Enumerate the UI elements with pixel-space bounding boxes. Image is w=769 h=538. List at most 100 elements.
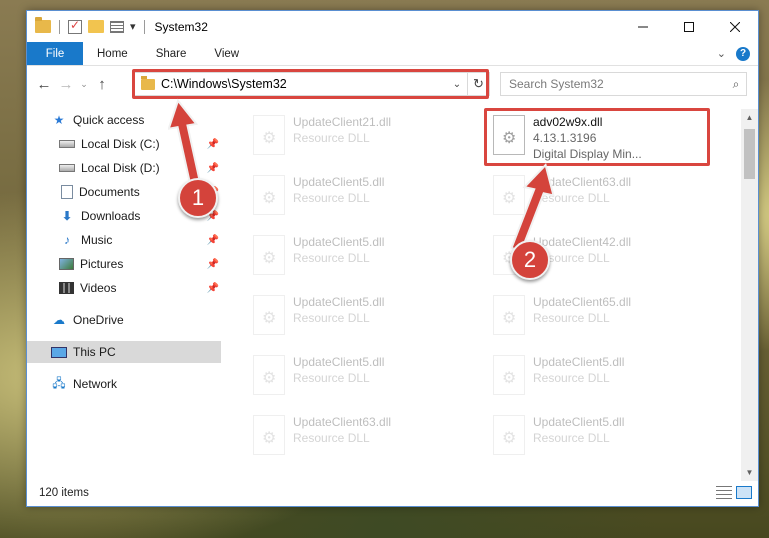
file-type: Resource DLL — [293, 131, 370, 145]
step-2-marker: 2 — [510, 240, 550, 280]
qat-dropdown-icon[interactable]: ▾ — [130, 20, 136, 33]
tab-view[interactable]: View — [200, 42, 253, 65]
list-item[interactable]: UpdateClient5.dll Resource DLL — [247, 289, 477, 341]
properties-icon[interactable] — [68, 18, 82, 34]
file-name: UpdateClient5.dll — [533, 415, 625, 429]
quick-access-toolbar: ▾ — [27, 17, 147, 34]
sidebar-item-label: Local Disk (C:) — [81, 137, 160, 151]
address-highlight-box — [132, 69, 489, 99]
list-item[interactable]: UpdateClient21.dll Resource DLL — [247, 109, 477, 161]
title-bar: ▾ System32 — [27, 11, 758, 42]
file-name: UpdateClient63.dll — [293, 415, 392, 429]
divider — [143, 19, 145, 34]
sidebar-item-pictures[interactable]: Pictures 📌 — [27, 253, 221, 275]
sidebar-item-network[interactable]: 🖧 Network — [27, 373, 221, 395]
sidebar-item-label: Music — [81, 233, 113, 247]
search-icon[interactable]: ⌕ — [726, 77, 746, 92]
pictures-icon — [59, 258, 74, 270]
list-item[interactable]: UpdateClient63.dll Resource DLL — [247, 409, 477, 461]
scroll-down-icon[interactable]: ▼ — [741, 464, 758, 481]
minimize-button[interactable] — [620, 11, 666, 42]
dll-file-icon — [493, 355, 525, 395]
recent-locations-icon[interactable]: ⌄ — [77, 79, 91, 90]
sidebar-item-music[interactable]: ♪ Music 📌 — [27, 229, 221, 251]
dll-file-icon — [253, 175, 285, 215]
customize-qat-icon[interactable] — [110, 20, 124, 33]
list-item[interactable]: UpdateClient5.dll Resource DLL — [247, 349, 477, 401]
scroll-thumb[interactable] — [744, 129, 755, 179]
minimize-icon — [638, 26, 648, 27]
download-icon: ⬇ — [61, 209, 73, 223]
file-type: Resource DLL — [293, 251, 370, 265]
drive-icon — [59, 140, 75, 148]
file-type: Resource DLL — [533, 311, 610, 325]
dll-file-icon — [493, 295, 525, 335]
maximize-button[interactable] — [666, 11, 712, 42]
close-button[interactable] — [712, 11, 758, 42]
window-title: System32 — [154, 19, 208, 34]
file-type: Resource DLL — [293, 371, 370, 385]
music-icon: ♪ — [64, 233, 70, 247]
tab-share[interactable]: Share — [142, 42, 201, 65]
list-item[interactable]: UpdateClient5.dll Resource DLL — [247, 229, 477, 281]
details-view-icon[interactable] — [716, 486, 732, 499]
star-icon: ★ — [53, 113, 65, 127]
back-arrow-icon[interactable]: ← — [33, 76, 55, 93]
cloud-icon: ☁ — [53, 313, 65, 327]
file-explorer-window: ▾ System32 File Home Share View ⌄ ? ← → — [26, 10, 759, 507]
tiles-view-icon[interactable] — [736, 486, 752, 499]
status-bar: 120 items — [27, 480, 758, 506]
sidebar-item-label: This PC — [73, 345, 116, 359]
list-item[interactable]: UpdateClient5.dll Resource DLL — [487, 409, 717, 461]
list-item[interactable]: UpdateClient65.dll Resource DLL — [487, 289, 717, 341]
item-count: 120 items — [39, 487, 89, 499]
dll-file-icon — [493, 415, 525, 455]
dll-file-icon — [253, 235, 285, 275]
forward-arrow-icon[interactable]: → — [55, 76, 77, 93]
sidebar-item-label: Local Disk (D:) — [81, 161, 160, 175]
up-arrow-icon[interactable]: ↑ — [91, 76, 113, 93]
list-item[interactable]: UpdateClient5.dll Resource DLL — [247, 169, 477, 221]
file-type: Resource DLL — [293, 431, 370, 445]
file-name: UpdateClient5.dll — [293, 295, 385, 309]
ribbon-tabs: File Home Share View ⌄ ? — [27, 42, 758, 66]
window-controls — [620, 11, 758, 42]
file-type: Resource DLL — [293, 311, 370, 325]
pin-icon: 📌 — [206, 282, 219, 294]
maximize-icon — [684, 21, 694, 32]
file-type: Resource DLL — [293, 191, 370, 205]
network-icon: 🖧 — [52, 375, 66, 390]
vertical-scrollbar[interactable]: ▲ ▼ — [741, 109, 758, 481]
file-type: Resource DLL — [533, 431, 610, 445]
drive-icon — [59, 164, 75, 172]
list-item[interactable]: UpdateClient5.dll Resource DLL — [487, 349, 717, 401]
expand-ribbon-icon[interactable]: ⌄ — [717, 47, 726, 60]
pin-icon: 📌 — [206, 258, 219, 270]
sidebar-item-onedrive[interactable]: ☁ OneDrive — [27, 309, 221, 331]
documents-icon — [61, 185, 73, 199]
search-box[interactable]: ⌕ — [500, 72, 747, 96]
tab-file[interactable]: File — [27, 42, 83, 65]
help-icon[interactable]: ? — [736, 46, 750, 61]
sidebar-item-label: Network — [73, 377, 118, 391]
dll-file-icon — [253, 295, 285, 335]
file-name: UpdateClient21.dll — [293, 115, 392, 129]
file-name: UpdateClient5.dll — [293, 175, 385, 189]
dll-file-icon — [253, 415, 285, 455]
ribbon-right-controls: ⌄ ? — [717, 42, 758, 65]
sidebar-item-label: OneDrive — [73, 313, 124, 327]
sidebar-item-label: Downloads — [81, 209, 141, 223]
sidebar-item-label: Pictures — [80, 257, 124, 271]
folder-icon — [35, 17, 51, 33]
close-icon — [730, 21, 740, 32]
pc-icon — [51, 346, 67, 358]
search-input[interactable] — [501, 74, 726, 94]
scroll-up-icon[interactable]: ▲ — [741, 109, 758, 126]
file-name: UpdateClient5.dll — [293, 355, 385, 369]
new-folder-icon[interactable] — [88, 20, 104, 33]
tab-home[interactable]: Home — [83, 42, 142, 65]
sidebar-item-this-pc[interactable]: This PC — [27, 341, 221, 363]
sidebar-item-label: Videos — [80, 281, 117, 295]
sidebar-item-label: Documents — [79, 185, 140, 199]
sidebar-item-videos[interactable]: Videos 📌 — [27, 277, 221, 299]
